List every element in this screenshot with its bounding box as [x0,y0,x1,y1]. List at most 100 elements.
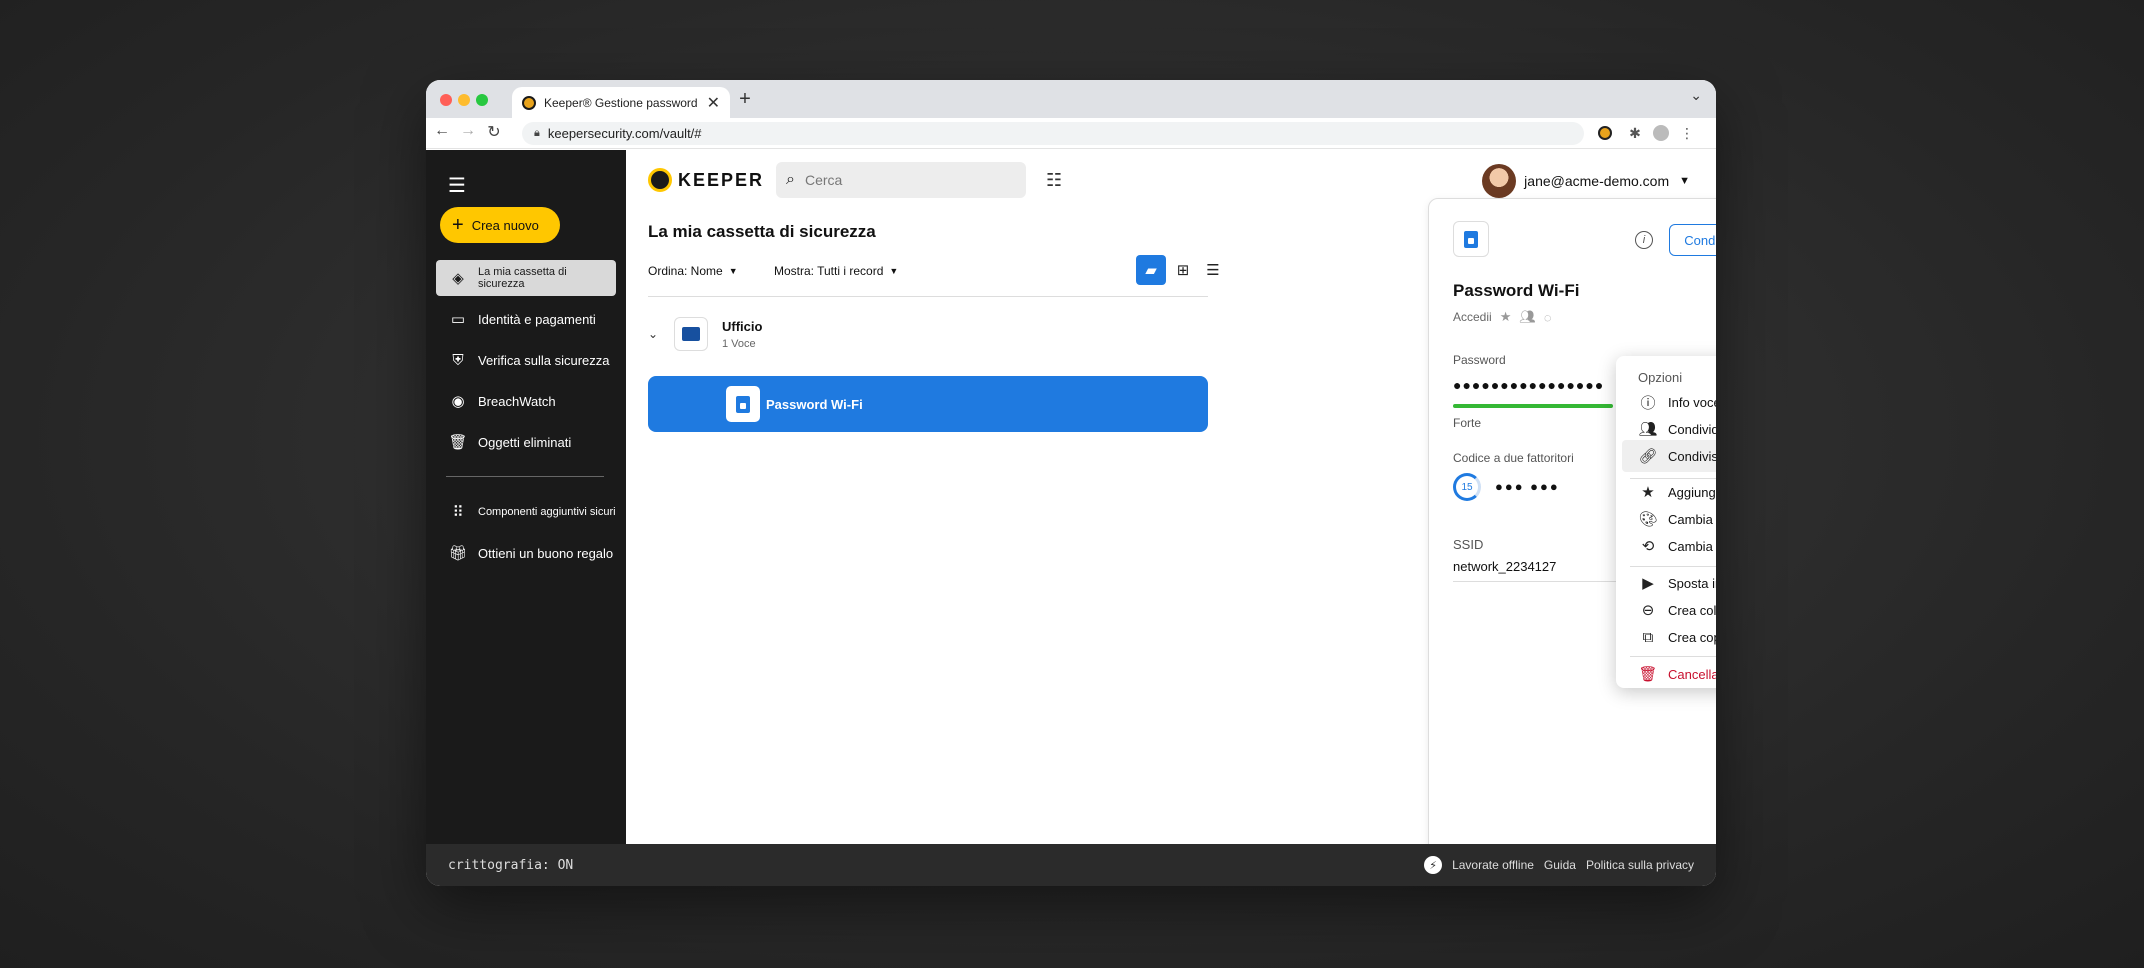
profile-icon[interactable] [1652,124,1670,142]
hamburger-menu-icon[interactable]: ☰ [448,173,466,198]
trash-icon: 🗑︎ [1638,666,1658,683]
info-icon[interactable]: i [1635,231,1653,249]
tab-list-chevron-icon[interactable]: ⌄ [1690,87,1702,104]
menu-item-delete[interactable]: 🗑︎ Cancella [1622,658,1716,690]
menu-item-label: Info voce [1668,394,1716,410]
menu-item-one-time-share[interactable]: 🔗︎ Condivisione singola [1622,440,1716,472]
close-window-button[interactable] [440,94,452,106]
privacy-link[interactable]: Politica sulla privacy [1586,858,1694,872]
sidebar-item-label: BreachWatch [478,393,556,409]
tab-title: Keeper® Gestione password e [544,95,701,110]
reload-icon[interactable]: ↻ [484,122,504,142]
change-type-icon: ⟲ [1641,538,1655,555]
extensions-puzzle-icon[interactable]: ✱ [1626,124,1644,142]
plus-icon: + [452,214,464,236]
folder-icon: ▰ [1145,262,1157,279]
card-icon: ▭ [450,311,466,328]
sidebar-item-label: Componenti aggiuntivi sicuri [478,506,616,518]
minimize-window-button[interactable] [458,94,470,106]
menu-item-label: Sposta in [1668,575,1716,591]
show-label: Mostra: Tutti i record [774,264,884,278]
password-strength-label: Forte [1453,416,1482,430]
filter-sliders-icon[interactable]: ☷ [1046,170,1062,191]
menu-item-label: Condivisione singola [1668,448,1716,464]
folder-view-button[interactable]: ▰ [1136,255,1166,285]
keeper-logo-icon [648,168,672,192]
show-filter-dropdown[interactable]: Mostra: Tutti i record ▼ [774,264,898,278]
browser-menu-icon[interactable]: ⋮ [1678,124,1696,142]
forward-icon[interactable]: → [458,122,478,140]
main-content: KEEPER ⌕ Cerca ☷ jane@acme-demo.com ▼ La… [626,150,1716,858]
sync-icon: ◌ [1543,309,1552,325]
user-email: jane@acme-demo.com [1524,173,1670,189]
sidebar-item-identity[interactable]: ▭ Identità e pagamenti [436,301,616,337]
password-strength-bar [1453,404,1613,408]
search-input[interactable]: ⌕ Cerca [776,162,1026,198]
folder-count: 1 Voce [722,337,756,350]
record-row-selected[interactable]: Password Wi-Fi [648,376,1208,432]
password-value[interactable]: ●●●●●●●●●●●●●●●● [1453,377,1604,393]
sidebar-item-gift[interactable]: 🎁︎ Ottieni un buono regalo [436,535,616,571]
grid-view-button[interactable]: ⊞ [1168,255,1198,285]
url-text: keepersecurity.com/vault/# [547,126,702,141]
sidebar: ☰ + Crea nuovo ◈ La mia cassetta di sicu… [426,150,626,844]
lock-icon: 🔒︎ [534,127,540,139]
link-person-icon: 🔗︎ [1638,448,1658,465]
totp-timer: 15 [1453,473,1481,501]
password-label: Password [1453,353,1506,367]
totp-code[interactable]: ●●● ●●● [1495,479,1560,494]
chevron-down-icon: ▼ [1679,175,1690,187]
search-placeholder: Cerca [804,172,843,188]
caret-down-icon: ▼ [889,266,899,276]
sidebar-item-vault[interactable]: ◈ La mia cassetta di sicurezza [436,260,616,296]
menu-item-label: Condividi [1668,421,1716,437]
chevron-down-icon[interactable]: ⌄ [648,327,674,341]
sidebar-item-addons[interactable]: ⠿ Componenti aggiuntivi sicuri [436,494,616,530]
offline-link[interactable]: Lavorate offline [1452,858,1534,872]
folder-row[interactable]: ⌄ Ufficio 1 Voce [648,314,762,354]
menu-item-change-type[interactable]: ⟲ Cambia tipo [1622,530,1716,562]
create-new-label: Crea nuovo [471,217,539,233]
sidebar-item-deleted[interactable]: 🗑︎ Oggetti eliminati [436,424,616,460]
sidebar-item-breachwatch[interactable]: ◉ BreachWatch [436,383,616,419]
list-view-button[interactable]: ☰ [1198,255,1228,285]
maximize-window-button[interactable] [476,94,488,106]
menu-item-label: Aggiungi ai Preferiti [1668,484,1716,500]
record-name: Password Wi-Fi [766,396,863,412]
link-icon: ⊖ [1641,602,1655,619]
help-link[interactable]: Guida [1544,858,1576,872]
info-icon: ⓘ [1640,394,1656,412]
keeper-app: ☰ + Crea nuovo ◈ La mia cassetta di sicu… [426,150,1716,858]
url-field[interactable]: 🔒︎ keepersecurity.com/vault/# [522,122,1584,145]
folder-icon [674,317,708,351]
new-tab-button[interactable]: + [734,88,756,111]
sidebar-item-security-audit[interactable]: ⛨ Verifica sulla sicurezza [436,342,616,378]
back-icon[interactable]: ← [432,122,452,140]
copy-icon: ⧉ [1642,628,1654,646]
user-menu[interactable]: jane@acme-demo.com ▼ [1482,164,1690,198]
footer-links: ⚡︎ Lavorate offline Guida Politica sulla… [1424,856,1694,874]
record-title: Password Wi-Fi [1453,281,1580,300]
menu-item-label: Crea collegamento [1668,602,1716,618]
share-button[interactable]: Condividi [1669,224,1716,256]
ssid-label: SSID [1453,537,1484,552]
shared-people-icon: 👥︎ [1519,309,1536,324]
keeper-extension-icon[interactable] [1596,124,1614,142]
search-icon: ⌕ [786,171,795,188]
menu-item-copy[interactable]: ⧉ Crea copia [1622,621,1716,653]
tab-bar: Keeper® Gestione password e ✕ + ⌄ [426,80,1716,118]
caret-down-icon: ▼ [728,266,738,276]
menu-item-label: Cambia colore [1668,511,1716,527]
sort-dropdown[interactable]: Ordina: Nome ▼ [648,264,738,278]
record-subtitle-row: Accedii ★ 👥︎ ◌ [1453,309,1552,325]
trash-icon: 🗑︎ [448,434,468,451]
list-icon: ☰ [1206,262,1220,279]
record-type: Accedii [1453,310,1492,324]
browser-tab[interactable]: Keeper® Gestione password e ✕ [512,87,730,118]
menu-item-label: Crea copia [1668,629,1716,645]
menu-item-label: Cancella [1668,666,1716,682]
star-icon: ★ [1499,309,1512,324]
tab-close-icon[interactable]: ✕ [707,93,720,113]
create-new-button[interactable]: + Crea nuovo [440,207,560,243]
ssid-value[interactable]: network_2234127 [1453,559,1556,574]
